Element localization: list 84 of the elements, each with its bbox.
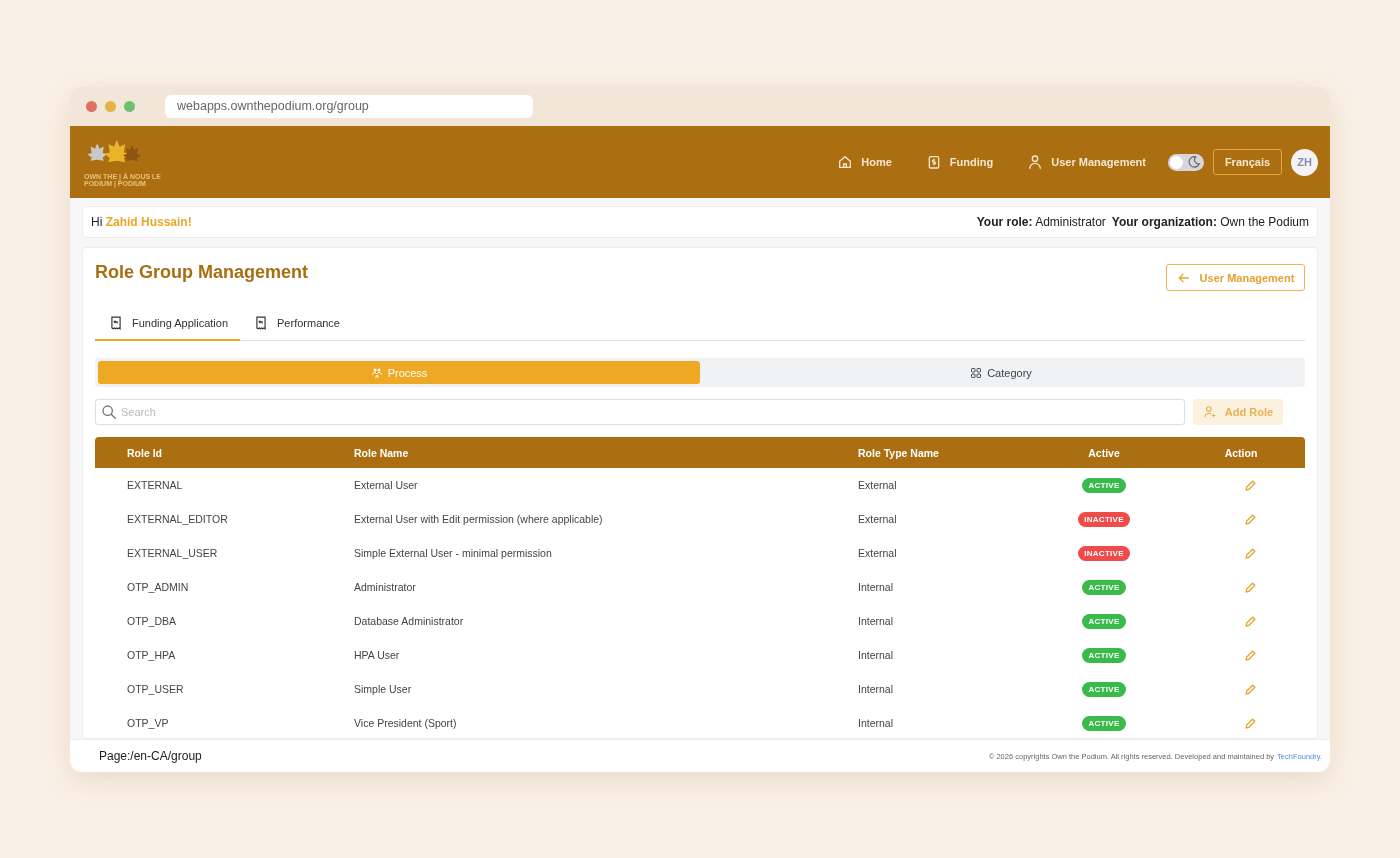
window-control-dot[interactable] <box>105 101 116 112</box>
status-badge: ACTIVE <box>1082 579 1126 595</box>
table-cell-text: EXTERNAL_EDITOR <box>126 513 229 525</box>
user-icon <box>1027 154 1044 170</box>
grid-icon <box>970 366 983 379</box>
segment-button[interactable]: Process <box>98 361 700 384</box>
nav-link[interactable]: Home <box>837 154 892 170</box>
table-cell-text: External <box>858 479 898 491</box>
table-cell-text: External <box>858 513 898 525</box>
table-cell-text: Vice President (Sport) <box>354 717 458 729</box>
table-cell-text: Internal <box>858 717 895 729</box>
status-badge: INACTIVE <box>1078 545 1130 561</box>
pencil-icon <box>1243 682 1257 696</box>
document-icon <box>109 316 123 330</box>
pencil-icon <box>1243 512 1257 526</box>
table-cell-text: Internal <box>858 683 895 695</box>
table-cell-text: External User <box>354 479 419 491</box>
edit-button[interactable] <box>1243 546 1257 560</box>
nav-link[interactable]: User Management <box>1027 154 1146 170</box>
back-button[interactable]: User Management <box>1166 264 1305 291</box>
table-cell-text: Internal <box>858 581 895 593</box>
role-text: Your role: Administrator <box>976 215 1106 229</box>
page-path-text: Page:/en-CA/group <box>99 749 202 763</box>
status-badge: ACTIVE <box>1082 715 1126 731</box>
segment-button[interactable]: Category <box>700 361 1302 384</box>
add-role-button[interactable]: Add Role <box>1193 399 1283 425</box>
pencil-icon <box>1243 580 1257 594</box>
nav-link[interactable]: Funding <box>925 154 994 170</box>
column-header: Action <box>1223 446 1259 459</box>
edit-button[interactable] <box>1243 614 1257 628</box>
table-cell-text: Internal <box>858 649 895 661</box>
table-cell-text: Database Administrator <box>354 615 465 627</box>
table-cell-text: OTP_USER <box>126 683 185 695</box>
table-cell-text: External <box>858 547 898 559</box>
table-cell-text: Internal <box>858 615 895 627</box>
edit-button[interactable] <box>1243 682 1257 696</box>
table-cell-text: Administrator <box>354 581 417 593</box>
pencil-icon <box>1243 546 1257 560</box>
pencil-icon <box>1243 614 1257 628</box>
table-cell-text: OTP_DBA <box>126 615 177 627</box>
table-cell-text: OTP_ADMIN <box>126 581 190 593</box>
language-button[interactable]: Français <box>1213 149 1282 175</box>
add-user-icon <box>1202 405 1217 419</box>
table-cell-text: External User with Edit permission (where applicable) <box>354 513 604 525</box>
status-badge: ACTIVE <box>1082 647 1126 663</box>
table-cell-text: Simple External User - minimal permission <box>354 547 553 559</box>
moon-icon <box>1187 155 1201 169</box>
search-icon <box>101 404 117 420</box>
tab[interactable]: Performance <box>240 310 352 341</box>
dark-mode-toggle[interactable] <box>1168 153 1204 171</box>
table-cell-text: OTP_VP <box>126 717 170 729</box>
window-control-dot[interactable] <box>86 101 97 112</box>
tab[interactable]: Funding Application <box>95 310 240 341</box>
status-badge: ACTIVE <box>1082 681 1126 697</box>
table-cell-text: EXTERNAL <box>126 479 184 491</box>
status-badge: ACTIVE <box>1082 613 1126 629</box>
pencil-icon <box>1243 648 1257 662</box>
address-bar[interactable]: webapps.ownthepodium.org/group <box>165 95 533 118</box>
window-control-dot[interactable] <box>124 101 135 112</box>
greeting-text: Hi Zahid Hussain! <box>91 215 192 229</box>
home-icon <box>837 154 854 170</box>
column-header: Role Type Name <box>858 446 940 459</box>
table-cell-text: OTP_HPA <box>126 649 177 661</box>
column-header: Role Id <box>126 446 163 459</box>
people-icon <box>370 366 383 379</box>
search-field[interactable]: Search <box>95 399 1185 425</box>
column-header: Role Name <box>354 446 410 459</box>
pencil-icon <box>1243 716 1257 730</box>
page-title: Role Group Management <box>95 262 309 283</box>
edit-button[interactable] <box>1243 580 1257 594</box>
edit-button[interactable] <box>1243 716 1257 730</box>
table-cell-text: EXTERNAL_USER <box>126 547 219 559</box>
organization-text: Your organization: Own the Podium <box>1111 215 1309 229</box>
pencil-icon <box>1243 478 1257 492</box>
document-icon <box>254 316 268 330</box>
table-cell-text: HPA User <box>354 649 401 661</box>
avatar[interactable]: ZH <box>1291 148 1318 176</box>
edit-button[interactable] <box>1243 512 1257 526</box>
table-cell-text: Simple User <box>354 683 413 695</box>
edit-button[interactable] <box>1243 478 1257 492</box>
status-badge: INACTIVE <box>1078 511 1130 527</box>
status-badge: ACTIVE <box>1082 477 1126 493</box>
column-header: Active <box>1087 446 1121 459</box>
edit-button[interactable] <box>1243 648 1257 662</box>
